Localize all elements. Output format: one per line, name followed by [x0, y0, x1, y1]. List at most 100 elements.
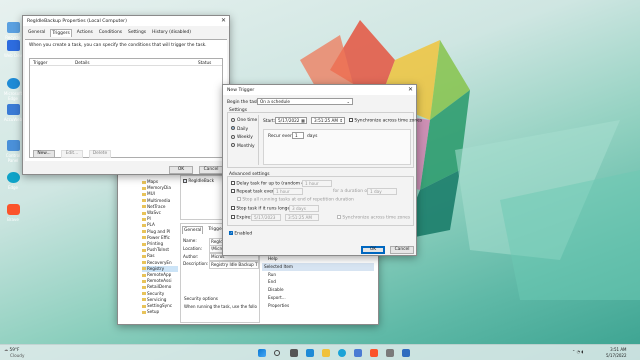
desktop-icon-web-dev[interactable]: Web Dev [2, 40, 24, 58]
delay-select[interactable]: 1 hour [302, 180, 332, 187]
repeat-select[interactable]: 1 hour [273, 188, 303, 195]
folder-icon [142, 223, 146, 227]
start-icon[interactable] [258, 349, 266, 357]
column-header-details[interactable]: Details [75, 60, 90, 65]
chevron-up-icon[interactable]: ⌃ [572, 349, 575, 354]
action-end[interactable]: End [262, 278, 374, 286]
cancel-button[interactable]: Cancel [390, 246, 414, 254]
close-icon[interactable]: ✕ [408, 86, 413, 93]
desktop-icon-control-panel[interactable]: Control Panel [2, 140, 24, 163]
expire-sync-checkbox[interactable]: Synchronize across time zones [337, 215, 410, 221]
tab-triggers[interactable]: Triggers [50, 29, 72, 37]
store-icon[interactable] [354, 349, 362, 357]
tab-description: When you create a task, you can specify … [29, 43, 207, 48]
enabled-checkbox[interactable]: ✓ Enabled [229, 231, 252, 237]
desktop-icon-edge[interactable]: Microsoft Edge [2, 78, 24, 101]
tab-general[interactable]: General [182, 226, 204, 234]
start-time-field[interactable]: 3:51:25 AM ⇕ [311, 117, 345, 124]
action-export[interactable]: Export... [262, 294, 374, 302]
tree-item[interactable]: Setup [142, 309, 178, 315]
task-list-row[interactable]: RegIdleBack [183, 178, 214, 183]
search-icon[interactable] [274, 350, 280, 356]
duration-select[interactable]: 1 day [367, 188, 397, 195]
tab-settings[interactable]: Settings [127, 29, 147, 37]
expire-date-field[interactable]: 5/17/2023 [251, 214, 281, 221]
action-help[interactable]: Help [262, 255, 374, 263]
folder-icon [142, 273, 146, 277]
weather-widget[interactable]: ☁ 59°F Cloudy [4, 347, 24, 358]
action-run[interactable]: Run [262, 271, 374, 279]
column-header-status[interactable]: Status [198, 60, 211, 65]
begin-task-label: Begin the task: [227, 100, 261, 105]
brave-icon [6, 204, 20, 215]
weather-desc: Cloudy [10, 352, 25, 358]
clock-date: 5/17/2022 [606, 352, 627, 358]
title-bar: RegIdleBackup Properties (Local Computer… [23, 16, 229, 26]
folder-icon [142, 304, 146, 308]
task-properties-window: RegIdleBackup Properties (Local Computer… [22, 15, 230, 175]
dialog-title: New Trigger [227, 87, 255, 93]
folder-icon [142, 267, 146, 271]
schedule-radio-weekly[interactable]: Weekly [231, 134, 257, 143]
action-disable[interactable]: Disable [262, 286, 374, 294]
desktop-icon-accuweb[interactable]: AccuWeb [2, 104, 24, 122]
desktop-icon-label: Microsoft Edge [3, 91, 23, 101]
expire-time-field[interactable]: 3:51:25 AM [285, 214, 319, 221]
task-scheduler-icon[interactable] [402, 349, 410, 357]
stop-task-select[interactable]: 3 days [289, 205, 319, 212]
folder-icon [142, 279, 146, 283]
expire-checkbox[interactable]: Expire: [231, 215, 252, 221]
schedule-radio-monthly[interactable]: Monthly [231, 143, 257, 152]
clock[interactable]: 3:51 AM 5/17/2022 [606, 347, 627, 358]
window-title: RegIdleBackup Properties (Local Computer… [27, 18, 127, 24]
action-properties[interactable]: Properties [262, 302, 374, 310]
stop-at-end-checkbox[interactable]: Stop all running tasks at end of repetit… [237, 197, 354, 203]
tab-history-disabled[interactable]: History (disabled) [151, 29, 192, 37]
security-options-label: Security options [184, 296, 218, 301]
triggers-table: Trigger Details Status [29, 58, 223, 158]
edge-icon [6, 78, 20, 89]
delete-trigger-button[interactable]: Delete [89, 150, 111, 158]
edge-icon[interactable] [338, 349, 346, 357]
folder-icon [142, 248, 146, 252]
sync-timezones-checkbox[interactable]: Synchronize across time zones [349, 118, 422, 124]
folder-icon [142, 242, 146, 246]
edit-trigger-button[interactable]: Edit... [61, 150, 83, 158]
desktop-icon-label: AccuWeb [3, 117, 23, 122]
volume-icon[interactable]: ◖ [581, 349, 583, 354]
edge-icon [6, 172, 20, 183]
folder-icon [142, 285, 146, 289]
ok-button[interactable]: OK [169, 166, 193, 174]
start-date-field[interactable]: 5/17/2022 ▦ [275, 117, 307, 124]
begin-task-select[interactable]: On a schedule ⌄ [257, 98, 353, 105]
tab-actions[interactable]: Actions [76, 29, 94, 37]
repeat-checkbox[interactable]: Repeat task every: [231, 189, 277, 195]
checkbox-icon [231, 181, 235, 185]
close-icon[interactable]: ✕ [221, 17, 226, 24]
recur-every-input[interactable]: 1 [292, 132, 304, 139]
task-view-icon[interactable] [290, 349, 298, 357]
tab-general[interactable]: General [27, 29, 46, 37]
desktop-icon-brave[interactable]: Brave [2, 204, 24, 222]
detail-row: Description: Registry Idle Backup T [183, 260, 259, 269]
detail-key: Description: [183, 261, 209, 267]
widgets-icon[interactable] [306, 349, 314, 357]
tab-conditions[interactable]: Conditions [98, 29, 123, 37]
wifi-icon[interactable]: ◔ [577, 349, 581, 354]
radio-icon [231, 117, 235, 122]
brave-icon[interactable] [370, 349, 378, 357]
column-header-trigger[interactable]: Trigger [33, 60, 47, 65]
folder-icon [142, 310, 146, 314]
desktop-icon-edge-2[interactable]: Edge [2, 172, 24, 190]
cancel-button[interactable]: Cancel [199, 166, 223, 174]
actions-section-header[interactable]: Selected Item [262, 262, 374, 271]
folder-icon [142, 298, 146, 302]
schedule-radio-daily[interactable]: Daily [231, 126, 257, 135]
folder-icon [142, 230, 146, 234]
file-explorer-icon[interactable] [322, 349, 330, 357]
schedule-radio-one-time[interactable]: One time [231, 117, 257, 126]
radio-icon [231, 143, 235, 147]
mmc-icon[interactable] [386, 349, 394, 357]
ok-button[interactable]: OK [361, 246, 385, 254]
new-trigger-button[interactable]: New... [33, 150, 55, 158]
